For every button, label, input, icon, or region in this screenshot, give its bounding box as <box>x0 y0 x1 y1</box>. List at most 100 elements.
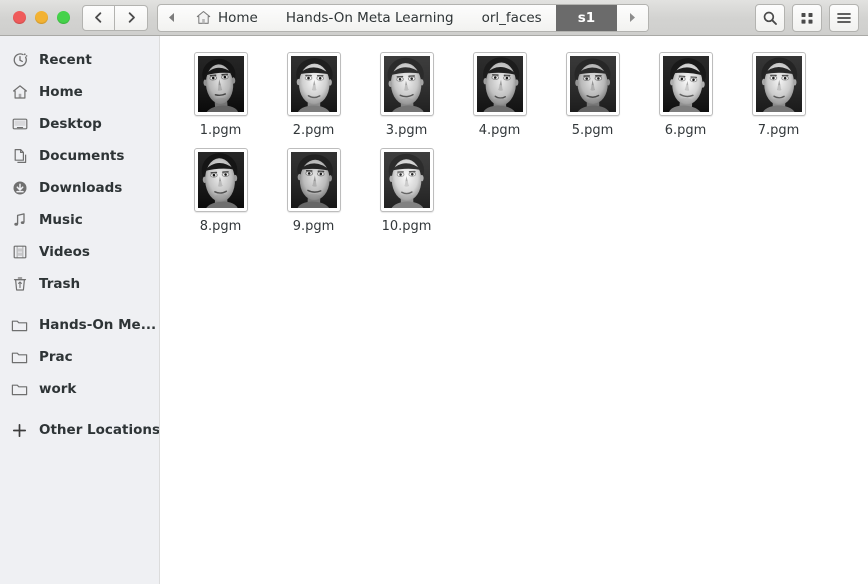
file-thumbnail[interactable] <box>193 52 248 116</box>
file-name-label: 4.pgm <box>478 123 521 138</box>
home-icon <box>196 10 211 25</box>
minimize-button[interactable] <box>35 11 48 24</box>
chevron-left-icon <box>92 11 105 24</box>
file-item[interactable]: 4.pgm <box>453 46 546 142</box>
file-thumbnail[interactable] <box>472 52 527 116</box>
navigation-buttons <box>82 4 148 31</box>
file-name-label: 3.pgm <box>385 123 428 138</box>
breadcrumb-label: s1 <box>577 9 596 26</box>
sidebar-item-hands-on-meta-learning[interactable]: Hands-On Me... <box>0 309 159 341</box>
file-name-label: 9.pgm <box>292 219 335 234</box>
view-options-button[interactable] <box>792 3 822 32</box>
maximize-button[interactable] <box>57 11 70 24</box>
sidebar-item-label: Trash <box>39 276 81 292</box>
file-thumbnail[interactable] <box>286 52 341 116</box>
desktop-icon <box>11 116 28 133</box>
file-thumbnail[interactable] <box>193 148 248 212</box>
breadcrumb-label: orl_faces <box>481 9 542 26</box>
music-note-icon <box>11 212 28 229</box>
sidebar-item-label: Videos <box>39 244 90 260</box>
face-thumbnail-image <box>383 56 430 112</box>
home-icon <box>11 84 28 101</box>
file-manager-window: Home Hands-On Meta Learning orl_faces s1 <box>0 0 868 584</box>
sidebar-item-documents[interactable]: Documents <box>0 140 159 172</box>
sidebar: Recent Home Desktop Documents Downloads … <box>0 36 160 584</box>
face-thumbnail-image <box>290 152 337 208</box>
breadcrumb-item-hands-on-meta-learning[interactable]: Hands-On Meta Learning <box>272 5 468 31</box>
breadcrumb-overflow-button[interactable] <box>158 5 182 31</box>
file-view[interactable]: 1.pgm 2.pgm 3.pgm 4.pgm 5.pgm 6.pgm 7.pg… <box>160 36 868 584</box>
file-item[interactable]: 1.pgm <box>174 46 267 142</box>
file-item[interactable]: 2.pgm <box>267 46 360 142</box>
triangle-left-icon <box>167 12 176 23</box>
view-grid-icon <box>800 11 814 25</box>
face-thumbnail-image <box>662 56 709 112</box>
file-name-label: 1.pgm <box>199 123 242 138</box>
trash-icon <box>11 276 28 293</box>
sidebar-item-trash[interactable]: Trash <box>0 268 159 300</box>
sidebar-separator <box>0 405 159 414</box>
sidebar-item-recent[interactable]: Recent <box>0 44 159 76</box>
sidebar-item-label: Home <box>39 84 83 100</box>
file-item[interactable]: 3.pgm <box>360 46 453 142</box>
sidebar-item-label: work <box>39 381 77 397</box>
file-item[interactable]: 9.pgm <box>267 142 360 238</box>
sidebar-item-label: Documents <box>39 148 125 164</box>
face-thumbnail-image <box>290 56 337 112</box>
sidebar-item-label: Recent <box>39 52 92 68</box>
chevron-right-icon <box>125 11 138 24</box>
back-button[interactable] <box>82 4 115 31</box>
file-item[interactable]: 6.pgm <box>639 46 732 142</box>
breadcrumb-next-button[interactable] <box>617 4 649 31</box>
face-thumbnail-image <box>383 152 430 208</box>
breadcrumb-item-home[interactable]: Home <box>182 5 272 31</box>
file-name-label: 7.pgm <box>757 123 800 138</box>
sidebar-item-label: Hands-On Me... <box>39 317 157 333</box>
file-name-label: 8.pgm <box>199 219 242 234</box>
sidebar-item-work[interactable]: work <box>0 373 159 405</box>
film-icon <box>11 244 28 261</box>
face-thumbnail-image <box>755 56 802 112</box>
menu-button[interactable] <box>829 3 859 32</box>
breadcrumb-item-s1[interactable]: s1 <box>555 4 618 31</box>
sidebar-item-other-locations[interactable]: Other Locations <box>0 414 159 446</box>
file-thumbnail[interactable] <box>286 148 341 212</box>
search-button[interactable] <box>755 3 785 32</box>
file-item[interactable]: 5.pgm <box>546 46 639 142</box>
sidebar-item-label: Downloads <box>39 180 123 196</box>
window-controls <box>7 11 82 24</box>
forward-button[interactable] <box>115 4 148 31</box>
triangle-right-icon <box>628 12 637 23</box>
file-item[interactable]: 10.pgm <box>360 142 453 238</box>
file-thumbnail[interactable] <box>379 148 434 212</box>
breadcrumb: Home Hands-On Meta Learning orl_faces s1 <box>157 3 650 32</box>
file-grid: 1.pgm 2.pgm 3.pgm 4.pgm 5.pgm 6.pgm 7.pg… <box>174 46 868 238</box>
search-icon <box>762 10 778 26</box>
file-item[interactable]: 7.pgm <box>732 46 825 142</box>
breadcrumb-item-orl-faces[interactable]: orl_faces <box>468 5 556 31</box>
sidebar-item-desktop[interactable]: Desktop <box>0 108 159 140</box>
breadcrumb-label: Home <box>218 9 258 26</box>
header-toolbar <box>755 3 861 32</box>
file-thumbnail[interactable] <box>658 52 713 116</box>
face-thumbnail-image <box>569 56 616 112</box>
close-button[interactable] <box>13 11 26 24</box>
file-thumbnail[interactable] <box>751 52 806 116</box>
sidebar-separator <box>0 300 159 309</box>
window-body: Recent Home Desktop Documents Downloads … <box>0 36 868 584</box>
face-thumbnail-image <box>476 56 523 112</box>
sidebar-item-downloads[interactable]: Downloads <box>0 172 159 204</box>
sidebar-item-prac[interactable]: Prac <box>0 341 159 373</box>
sidebar-item-home[interactable]: Home <box>0 76 159 108</box>
folder-icon <box>11 349 28 366</box>
plus-icon <box>11 422 28 439</box>
sidebar-item-videos[interactable]: Videos <box>0 236 159 268</box>
folder-icon <box>11 317 28 334</box>
file-thumbnail[interactable] <box>565 52 620 116</box>
file-thumbnail[interactable] <box>379 52 434 116</box>
file-item[interactable]: 8.pgm <box>174 142 267 238</box>
file-name-label: 5.pgm <box>571 123 614 138</box>
download-icon <box>11 180 28 197</box>
sidebar-item-music[interactable]: Music <box>0 204 159 236</box>
hamburger-menu-icon <box>836 11 852 25</box>
